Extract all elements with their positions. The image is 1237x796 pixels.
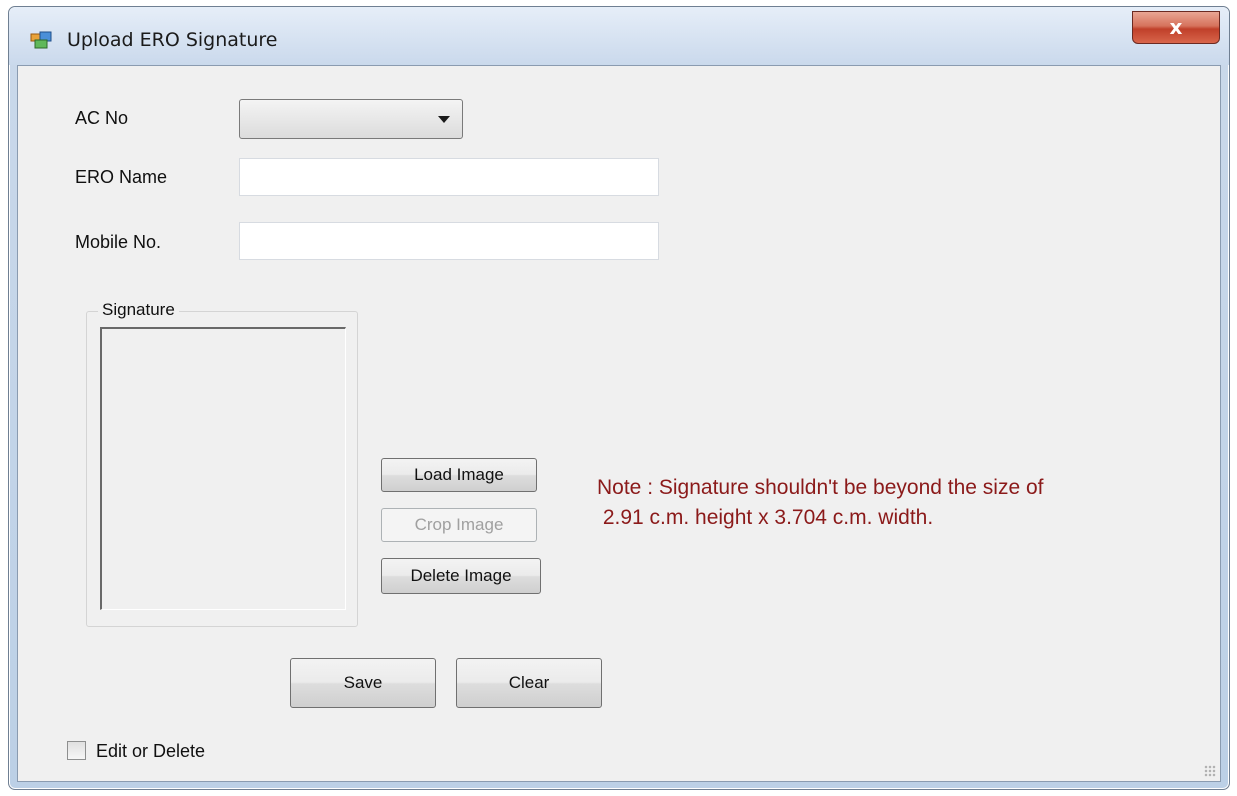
close-button[interactable]: x [1132, 11, 1220, 44]
chevron-down-icon [438, 116, 450, 123]
note-line-2: 2.91 c.m. height x 3.704 c.m. width. [597, 506, 934, 529]
upload-ero-signature-window: Upload ERO Signature x AC No ERO Name Mo… [8, 6, 1230, 790]
delete-image-button[interactable]: Delete Image [381, 558, 541, 594]
form-client-area: AC No ERO Name Mobile No. Signature Load… [17, 65, 1221, 782]
signature-group-label: Signature [98, 300, 179, 320]
signature-picture-box [100, 327, 346, 610]
note-line-1: Note : Signature shouldn't be beyond the… [597, 476, 1044, 499]
ero-name-input[interactable] [239, 158, 659, 196]
ac-no-label: AC No [75, 108, 129, 128]
window-title: Upload ERO Signature [67, 29, 278, 51]
edit-or-delete-checkbox[interactable] [67, 741, 86, 760]
signature-size-note: Note : Signature shouldn't be beyond the… [597, 473, 1043, 533]
crop-image-button[interactable]: Crop Image [381, 508, 537, 542]
ac-no-dropdown[interactable] [239, 99, 463, 139]
title-bar[interactable]: Upload ERO Signature x [9, 7, 1229, 65]
form-icon [30, 31, 52, 49]
resize-grip-icon[interactable] [1204, 765, 1216, 777]
ero-name-label: ERO Name [75, 167, 168, 187]
load-image-button[interactable]: Load Image [381, 458, 537, 492]
clear-button[interactable]: Clear [456, 658, 602, 708]
save-button[interactable]: Save [290, 658, 436, 708]
edit-or-delete-label[interactable]: Edit or Delete [96, 741, 205, 762]
mobile-no-label: Mobile No. [75, 232, 162, 252]
close-icon: x [1169, 15, 1183, 39]
mobile-no-input[interactable] [239, 222, 659, 260]
